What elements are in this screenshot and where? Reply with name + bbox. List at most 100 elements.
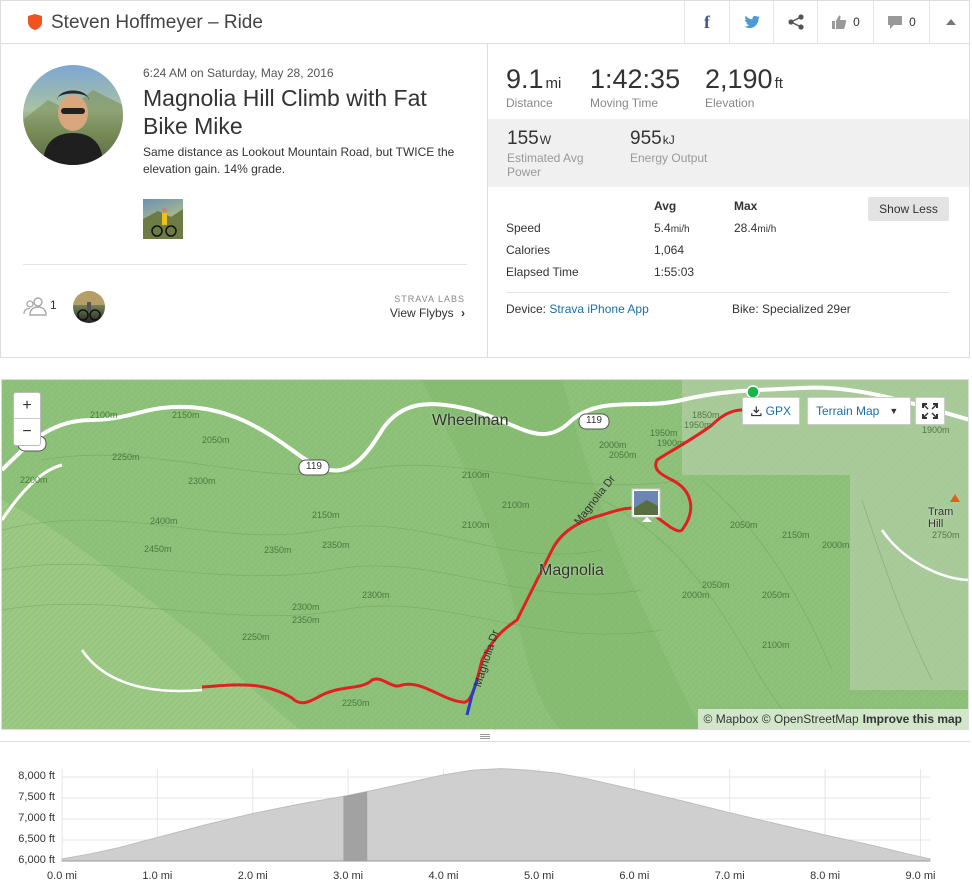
contour-label: 2100m bbox=[462, 470, 490, 480]
device-label: Device: bbox=[506, 302, 547, 316]
athlete-avatar[interactable] bbox=[23, 65, 123, 165]
share-icon bbox=[787, 14, 804, 30]
y-tick-label: 7,000 ft bbox=[18, 812, 55, 824]
stat-moving-time: 1:42:35 Moving Time bbox=[590, 64, 680, 110]
contour-label: 1950m bbox=[650, 428, 678, 438]
speed-max-unit: mi/h bbox=[757, 224, 777, 235]
download-gpx-button[interactable]: GPX bbox=[742, 397, 800, 425]
device-info: Device: Strava iPhone App bbox=[506, 302, 649, 316]
map-type-label: Terrain Map bbox=[816, 404, 880, 418]
contour-label: 2350m bbox=[322, 540, 350, 550]
improve-map-link[interactable]: Improve this map bbox=[863, 712, 962, 726]
place-label-wheelman: Wheelman bbox=[432, 412, 509, 429]
col-max-header: Max bbox=[734, 199, 758, 213]
contour-label: 2000m bbox=[682, 590, 710, 600]
contour-label: 2250m bbox=[242, 632, 270, 642]
route-map[interactable]: Wheelman Magnolia S Tram Hill Magnolia D… bbox=[1, 379, 969, 730]
map-type-dropdown[interactable]: Terrain Map ▼ bbox=[807, 397, 911, 425]
zoom-out-button[interactable]: − bbox=[14, 419, 40, 445]
contour-label: 2300m bbox=[292, 602, 320, 612]
activity-description: Same distance as Lookout Mountain Road, … bbox=[143, 145, 455, 176]
y-tick-label: 6,500 ft bbox=[18, 833, 55, 845]
divider bbox=[23, 264, 467, 265]
comment-icon bbox=[888, 15, 903, 29]
contour-label: 2050m bbox=[202, 435, 230, 445]
row-speed-label: Speed bbox=[506, 221, 541, 235]
zoom-in-button[interactable]: + bbox=[14, 393, 40, 419]
elevation-label: Elevation bbox=[705, 96, 755, 110]
share-button[interactable] bbox=[773, 1, 817, 43]
contour-label: 2100m bbox=[462, 520, 490, 530]
contour-label: 2450m bbox=[144, 544, 172, 554]
group-athletes-count[interactable]: 1 bbox=[50, 298, 57, 312]
activity-title: Magnolia Hill Climb with Fat Bike Mike bbox=[143, 85, 427, 139]
avatar-photo bbox=[23, 90, 123, 165]
stat-energy: 955kJ Energy Output bbox=[630, 128, 707, 165]
power-unit: W bbox=[539, 133, 552, 147]
kudos-count: 0 bbox=[853, 15, 860, 29]
route-shield-119: 119 bbox=[306, 461, 322, 472]
x-tick-label: 9.0 mi bbox=[905, 870, 936, 882]
contour-label: 1950m bbox=[684, 420, 712, 430]
map-resize-handle[interactable] bbox=[0, 730, 970, 742]
twitter-share-button[interactable] bbox=[729, 1, 773, 43]
comments-button[interactable]: 0 bbox=[873, 1, 929, 43]
view-flybys-link[interactable]: View Flybys › bbox=[390, 306, 465, 320]
activity-info: 6:24 AM on Saturday, May 28, 2016 Magnol… bbox=[1, 44, 488, 357]
contour-label: 2300m bbox=[362, 590, 390, 600]
contour-label: 2100m bbox=[502, 500, 530, 510]
contour-label: 2050m bbox=[609, 450, 637, 460]
group-athlete-avatar[interactable] bbox=[73, 291, 105, 323]
contour-label: 1900m bbox=[922, 425, 950, 435]
x-tick-label: 1.0 mi bbox=[142, 870, 173, 882]
secondary-stats: 155W Estimated Avg Power 955kJ Energy Ou… bbox=[488, 119, 969, 187]
y-tick-label: 8,000 ft bbox=[18, 770, 55, 782]
distance-label: Distance bbox=[506, 96, 553, 110]
contour-label: 2000m bbox=[599, 440, 627, 450]
energy-label: Energy Output bbox=[630, 151, 708, 165]
group-athletes-icon bbox=[23, 297, 47, 316]
x-tick-label: 4.0 mi bbox=[428, 870, 459, 882]
stat-elevation: 2,190 ft Elevation bbox=[705, 64, 783, 110]
speed-avg-unit: mi/h bbox=[670, 224, 690, 235]
x-tick-label: 8.0 mi bbox=[810, 870, 841, 882]
kudos-button[interactable]: 0 bbox=[817, 1, 873, 43]
elevation-profile[interactable]: 6,000 ft 6,500 ft 7,000 ft 7,500 ft 8,000 ft… bbox=[0, 742, 972, 895]
fullscreen-icon bbox=[922, 403, 938, 419]
x-tick-label: 3.0 mi bbox=[333, 870, 364, 882]
power-value: 155 bbox=[507, 128, 539, 149]
view-flybys-text: View Flybys bbox=[389, 306, 454, 320]
row-calories-label: Calories bbox=[506, 243, 551, 257]
contour-label: 2350m bbox=[264, 545, 292, 555]
stat-power: 155W Estimated Avg Power bbox=[507, 128, 607, 179]
show-less-button[interactable]: Show Less bbox=[868, 197, 949, 221]
x-tick-label: 0.0 mi bbox=[47, 870, 77, 882]
y-tick-label: 6,000 ft bbox=[18, 854, 55, 866]
caret-up-icon bbox=[945, 19, 956, 25]
contour-label: 1900m bbox=[657, 438, 685, 448]
x-tick-label: 5.0 mi bbox=[523, 870, 554, 882]
activity-photo-thumbnail[interactable] bbox=[143, 199, 183, 239]
activity-header: Steven Hoffmeyer – Ride f 0 0 bbox=[0, 0, 970, 44]
col-avg-header: Avg bbox=[654, 199, 677, 213]
row-elapsed-label: Elapsed Time bbox=[506, 265, 579, 279]
group-athlete-photo bbox=[73, 291, 105, 321]
activity-datetime: 6:24 AM on Saturday, May 28, 2016 bbox=[143, 66, 334, 80]
device-link[interactable]: Strava iPhone App bbox=[549, 302, 648, 316]
row-calories-avg: 1,064 bbox=[654, 243, 685, 257]
speed-avg-value: 5.4 bbox=[654, 221, 671, 235]
activity-stats: 9.1 mi Distance 1:42:35 Moving Time 2,190… bbox=[488, 44, 970, 357]
attribution-text[interactable]: © Mapbox © OpenStreetMap bbox=[704, 712, 859, 726]
contour-label: 2150m bbox=[782, 530, 810, 540]
energy-value: 955 bbox=[630, 128, 662, 149]
fullscreen-button[interactable] bbox=[915, 397, 945, 425]
x-tick-label: 7.0 mi bbox=[714, 870, 745, 882]
energy-unit: kJ bbox=[662, 133, 675, 147]
y-tick-label: 7,500 ft bbox=[18, 791, 55, 803]
chevron-right-icon: › bbox=[461, 306, 465, 320]
photo-image bbox=[143, 207, 183, 239]
facebook-icon: f bbox=[704, 11, 710, 32]
contour-label: 2350m bbox=[292, 615, 320, 625]
collapse-button[interactable] bbox=[929, 1, 971, 43]
facebook-share-button[interactable]: f bbox=[684, 1, 729, 43]
